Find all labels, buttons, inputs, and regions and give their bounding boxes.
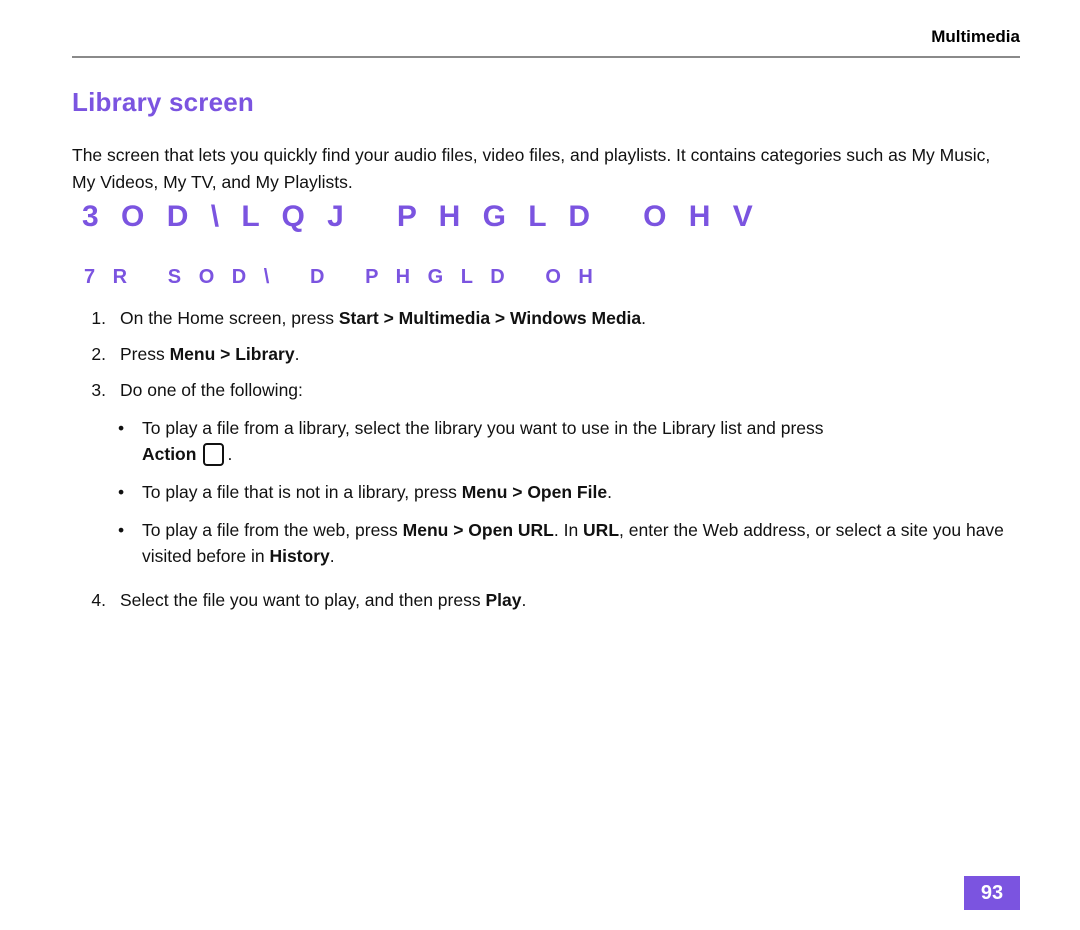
emphasis-text: Menu > Library xyxy=(169,344,295,364)
bullet-item: • To play a file from a library, select t… xyxy=(112,415,1022,467)
body-text: On the Home screen, press xyxy=(120,308,339,328)
bullet-marker: • xyxy=(118,482,125,502)
numbered-step: 3. Do one of the following: xyxy=(72,377,1022,403)
step-text: Press Menu > Library. xyxy=(120,344,299,364)
body-text: Select the file you want to play, and th… xyxy=(120,590,486,610)
body-text: . In xyxy=(553,520,584,540)
emphasis-text: URL xyxy=(583,520,620,540)
body-text: . xyxy=(641,308,646,328)
step-number: 2. xyxy=(91,344,106,364)
bullet-marker: • xyxy=(118,520,125,540)
page-number-badge: 93 xyxy=(964,876,1020,910)
body-text: . xyxy=(521,590,527,610)
bullet-text: To play a file from the web, press Menu … xyxy=(142,520,1004,566)
step-text: On the Home screen, press Start > Multim… xyxy=(120,308,646,328)
body-text: Do one of the following: xyxy=(120,380,303,400)
body-text: . xyxy=(607,482,612,502)
emphasis-text: Menu > Open File xyxy=(461,482,608,502)
step-text: Select the file you want to play, and th… xyxy=(120,590,526,610)
body-text: . xyxy=(329,546,335,566)
bullet-list: • To play a file from a library, select t… xyxy=(112,415,1022,569)
numbered-step: 4. Select the file you want to play, and … xyxy=(72,587,1022,613)
intro-paragraph: The screen that lets you quickly find yo… xyxy=(72,144,991,192)
emphasis-text: History xyxy=(269,546,330,566)
page-title: Library screen xyxy=(72,87,255,118)
action-label-text: Action xyxy=(142,444,197,464)
bullet-item: • To play a file that is not in a library… xyxy=(112,479,1022,505)
body-text: Press xyxy=(120,344,170,364)
section-heading-main: 3 O D \ L Q J P H G L D O H V xyxy=(82,200,760,233)
document-page: Multimedia Library screen The screen tha… xyxy=(0,0,1080,930)
numbered-step: 1. On the Home screen, press Start > Mult… xyxy=(72,305,1022,331)
emphasis-text: Menu > Open URL xyxy=(402,520,554,540)
step-text: Do one of the following: xyxy=(120,380,303,400)
emphasis-text: Start > Multimedia > Windows Media xyxy=(338,308,642,328)
steps-list: 1. On the Home screen, press Start > Mult… xyxy=(72,305,1022,623)
bullet-item: • To play a file from the web, press Menu… xyxy=(112,517,1022,569)
body-text: . xyxy=(294,344,300,364)
step-number: 4. xyxy=(91,590,106,610)
step-number: 1. xyxy=(91,308,106,328)
section-header-label: Multimedia xyxy=(931,27,1020,46)
bullet-marker: • xyxy=(118,418,125,438)
body-text: To play a file from the web, press xyxy=(142,520,403,540)
emphasis-text: Play xyxy=(485,590,522,610)
body-text: To play a file from a library, select th… xyxy=(142,418,824,438)
step-number: 3. xyxy=(91,380,106,400)
action-key-label: Action xyxy=(142,441,227,467)
bullet-text: To play a file from a library, select th… xyxy=(142,418,824,467)
body-text: . xyxy=(227,444,233,464)
action-button-icon xyxy=(203,442,225,466)
section-heading-sub: 7 R S O D \ D P H G L D O H xyxy=(84,266,599,288)
header-divider xyxy=(72,56,1020,58)
body-text: To play a file that is not in a library,… xyxy=(142,482,462,502)
bullet-text: To play a file that is not in a library,… xyxy=(142,482,612,502)
numbered-step: 2. Press Menu > Library. xyxy=(72,341,1022,367)
